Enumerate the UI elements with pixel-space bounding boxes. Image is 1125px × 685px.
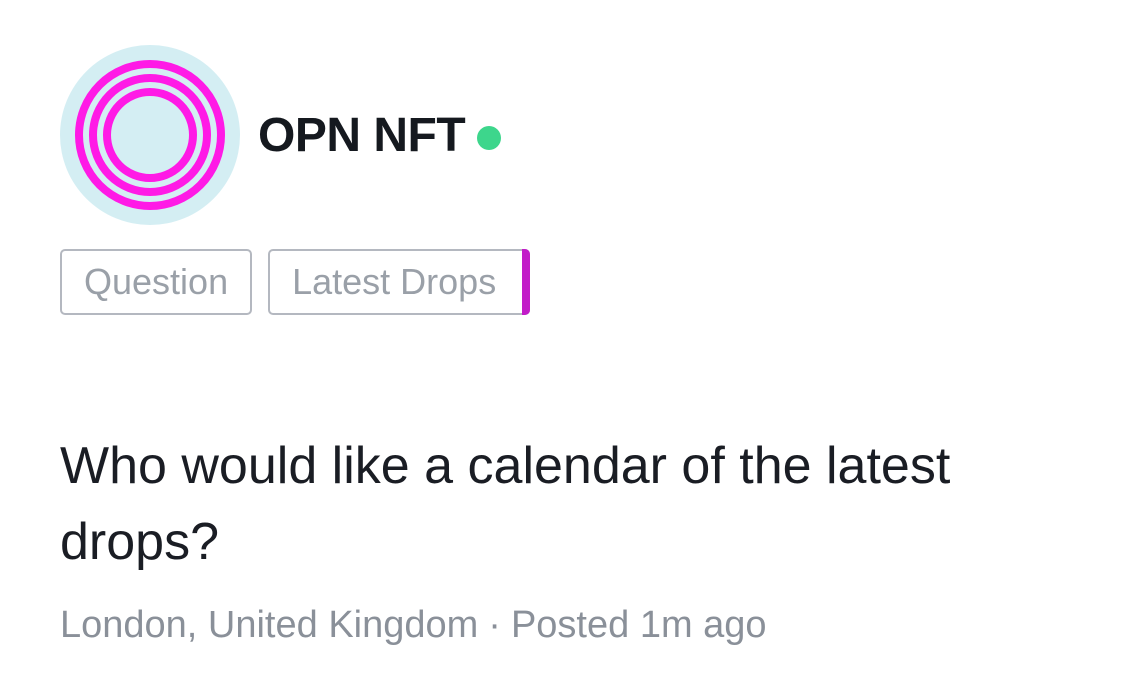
tag-label: Latest Drops (292, 261, 497, 302)
post-timestamp: Posted 1m ago (510, 604, 767, 646)
post-meta: London, United Kingdom · Posted 1m ago (60, 600, 767, 650)
post-question[interactable]: Who would like a calendar of the latest … (60, 428, 1090, 580)
selected-indicator (522, 249, 531, 315)
post-location: London, United Kingdom (60, 604, 479, 646)
tag-list: Question Latest Drops (60, 249, 531, 315)
profile-name[interactable]: OPN NFT (258, 106, 466, 166)
online-dot-icon (477, 126, 502, 150)
tag-latest-drops[interactable]: Latest Drops (268, 249, 531, 315)
concentric-rings-logo-icon (60, 45, 240, 225)
avatar[interactable] (60, 45, 240, 225)
tag-question[interactable]: Question (60, 249, 253, 315)
meta-separator: · (488, 604, 501, 646)
profile-header: OPN NFT (258, 106, 502, 166)
tag-label: Question (84, 261, 229, 302)
